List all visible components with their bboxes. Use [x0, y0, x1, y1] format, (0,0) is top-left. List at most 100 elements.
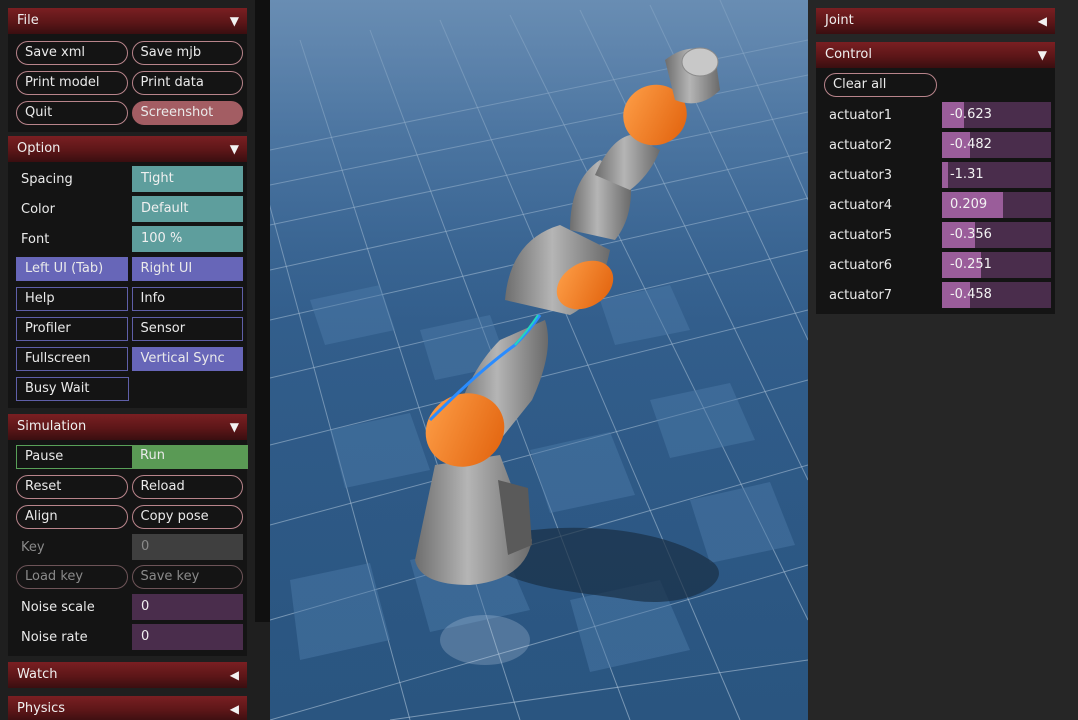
file-section-body: Save xml Save mjb Print model Print data Q… — [8, 34, 247, 132]
font-select[interactable]: 100 % — [132, 226, 243, 252]
joint-panel: Joint ◀ — [816, 8, 1055, 34]
triangle-down-icon: ▼ — [229, 142, 239, 156]
actuator-slider[interactable]: -0.356 — [941, 222, 1051, 248]
option-panel: Option ▼ Spacing Tight Color Default Font 1… — [8, 136, 247, 408]
actuator-label: actuator5 — [829, 227, 893, 243]
info-toggle[interactable]: Info — [131, 287, 243, 311]
watch-section-header[interactable]: Watch ◀ — [8, 662, 247, 688]
simulation-panel: Simulation ▼ Pause Run Reset Reload Align… — [8, 414, 248, 656]
color-select[interactable]: Default — [132, 196, 243, 222]
actuator-row: actuator3 -1.31 — [820, 160, 1051, 190]
actuator-value: -1.31 — [949, 167, 984, 182]
key-label: Key — [21, 539, 45, 555]
actuator-label: actuator7 — [829, 287, 893, 303]
actuator-value: -0.623 — [949, 107, 992, 122]
triangle-left-icon: ◀ — [229, 702, 239, 716]
actuator-list: actuator1 -0.623 actuator2 -0.482 actuator3 -… — [820, 100, 1051, 310]
actuator-slider[interactable]: -0.458 — [941, 282, 1051, 308]
actuator-value: -0.482 — [949, 137, 992, 152]
simulation-section-body: Pause Run Reset Reload Align Copy pose Key… — [8, 440, 248, 656]
option-section-body: Spacing Tight Color Default Font 100 % Left… — [8, 162, 247, 408]
triangle-left-icon: ◀ — [229, 668, 239, 682]
actuator-slider[interactable]: -1.31 — [941, 162, 1051, 188]
control-section-body: Clear all actuator1 -0.623 actuator2 -0.482… — [816, 68, 1055, 314]
triangle-down-icon: ▼ — [229, 14, 239, 28]
print-model-button[interactable]: Print model — [16, 71, 128, 95]
left-ui-toggle[interactable]: Left UI (Tab) — [16, 257, 128, 281]
triangle-down-icon: ▼ — [229, 420, 239, 434]
actuator-row: actuator4 0.209 — [820, 190, 1051, 220]
option-section-title: Option — [17, 141, 61, 156]
busy-wait-toggle[interactable]: Busy Wait — [16, 377, 129, 401]
actuator-row: actuator2 -0.482 — [820, 130, 1051, 160]
profiler-toggle[interactable]: Profiler — [16, 317, 128, 341]
triangle-down-icon: ▼ — [1037, 48, 1047, 62]
floor-reflection — [440, 615, 530, 665]
actuator-label: actuator2 — [829, 137, 893, 153]
spacing-label: Spacing — [21, 171, 73, 187]
sensor-toggle[interactable]: Sensor — [131, 317, 243, 341]
pause-option[interactable]: Pause — [16, 445, 132, 469]
joint-section-header[interactable]: Joint ◀ — [816, 8, 1055, 34]
joint-section-title: Joint — [825, 13, 854, 28]
actuator-row: actuator6 -0.251 — [820, 250, 1051, 280]
3d-viewport[interactable] — [270, 0, 808, 720]
actuator-label: actuator3 — [829, 167, 893, 183]
help-toggle[interactable]: Help — [16, 287, 128, 311]
physics-section-header[interactable]: Physics ◀ — [8, 696, 247, 720]
copy-pose-button[interactable]: Copy pose — [131, 505, 243, 529]
run-option[interactable]: Run — [132, 445, 248, 469]
reset-button[interactable]: Reset — [16, 475, 128, 499]
actuator-value: -0.458 — [949, 287, 992, 302]
save-mjb-button[interactable]: Save mjb — [131, 41, 243, 65]
triangle-left-icon: ◀ — [1037, 14, 1047, 28]
quit-button[interactable]: Quit — [16, 101, 128, 125]
actuator-slider[interactable]: -0.623 — [941, 102, 1051, 128]
left-ui-panel: File ▼ Save xml Save mjb Print model Print… — [8, 8, 247, 132]
actuator-row: actuator5 -0.356 — [820, 220, 1051, 250]
option-section-header[interactable]: Option ▼ — [8, 136, 247, 162]
actuator-value: -0.356 — [949, 227, 992, 242]
actuator-value: 0.209 — [949, 197, 988, 212]
vertical-sync-toggle[interactable]: Vertical Sync — [131, 347, 243, 371]
file-section-title: File — [17, 13, 39, 28]
actuator-label: actuator6 — [829, 257, 893, 273]
noise-scale-field[interactable]: 0 — [132, 594, 243, 620]
control-section-header[interactable]: Control ▼ — [816, 42, 1055, 68]
reload-button[interactable]: Reload — [131, 475, 243, 499]
right-ui-toggle[interactable]: Right UI — [131, 257, 243, 281]
watch-panel: Watch ◀ — [8, 662, 247, 688]
actuator-slider[interactable]: -0.251 — [941, 252, 1051, 278]
color-label: Color — [21, 201, 55, 217]
left-gutter-lower — [255, 622, 270, 720]
physics-section-title: Physics — [17, 701, 66, 716]
align-button[interactable]: Align — [16, 505, 128, 529]
noise-rate-field[interactable]: 0 — [132, 624, 243, 650]
left-gutter — [255, 0, 270, 622]
fullscreen-toggle[interactable]: Fullscreen — [16, 347, 128, 371]
print-data-button[interactable]: Print data — [131, 71, 243, 95]
actuator-row: actuator1 -0.623 — [820, 100, 1051, 130]
actuator-slider[interactable]: -0.482 — [941, 132, 1051, 158]
simulation-section-title: Simulation — [17, 419, 87, 434]
control-panel: Control ▼ Clear all actuator1 -0.623 actua… — [816, 42, 1055, 314]
actuator-label: actuator4 — [829, 197, 893, 213]
simulation-section-header[interactable]: Simulation ▼ — [8, 414, 247, 440]
save-xml-button[interactable]: Save xml — [16, 41, 128, 65]
file-section-header[interactable]: File ▼ — [8, 8, 247, 34]
spacing-select[interactable]: Tight — [132, 166, 243, 192]
physics-panel: Physics ◀ — [8, 696, 247, 720]
screenshot-button[interactable]: Screenshot — [131, 101, 243, 125]
control-section-title: Control — [825, 47, 872, 62]
save-key-button[interactable]: Save key — [131, 565, 243, 589]
watch-section-title: Watch — [17, 667, 58, 682]
scene-render — [270, 0, 808, 720]
clear-all-button[interactable]: Clear all — [824, 73, 937, 97]
noise-scale-label: Noise scale — [21, 599, 95, 615]
load-key-button[interactable]: Load key — [16, 565, 128, 589]
key-field[interactable]: 0 — [132, 534, 243, 560]
run-pause-radio: Pause Run — [16, 445, 248, 469]
actuator-label: actuator1 — [829, 107, 893, 123]
actuator-value: -0.251 — [949, 257, 992, 272]
actuator-slider[interactable]: 0.209 — [941, 192, 1051, 218]
